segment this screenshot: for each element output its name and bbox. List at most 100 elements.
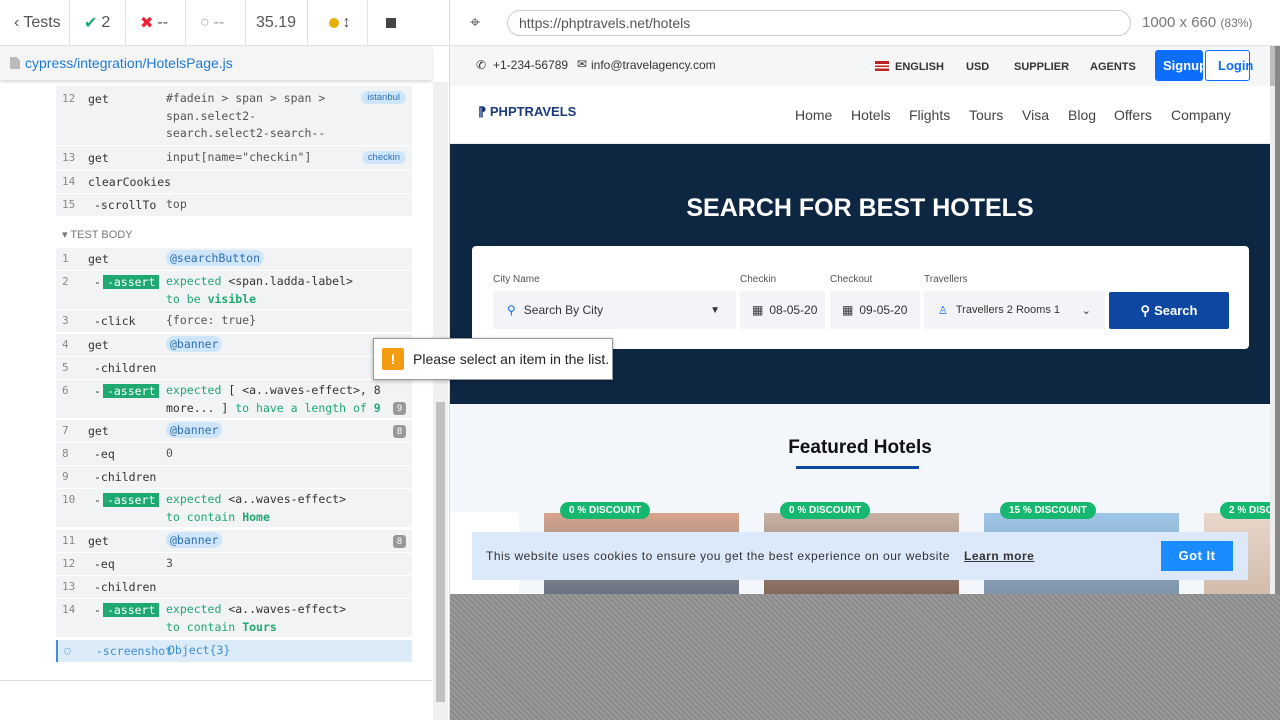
discount-badge: 0 % DISCOUNT xyxy=(560,502,651,519)
command-row[interactable]: 6- -assert expected [ <a..waves-effect>, 8… xyxy=(56,380,412,418)
command-row[interactable]: 12 -eq 3 xyxy=(56,553,412,575)
test-body-header[interactable]: ▾ TEST BODY xyxy=(62,228,133,241)
spec-file-bar[interactable]: cypress/integration/HotelsPage.js xyxy=(0,46,432,80)
discount-badge: 2 % DISCOUNT xyxy=(1220,502,1275,519)
command-row[interactable]: 9 -children xyxy=(56,466,412,488)
calendar-icon: ▦ xyxy=(752,303,764,317)
featured-underline xyxy=(796,466,919,469)
validation-tooltip: ! Please select an item in the list. xyxy=(373,338,613,380)
command-row[interactable]: 14- -assert expected <a..waves-effect> to … xyxy=(56,599,412,637)
agents-dropdown[interactable]: AGENTS xyxy=(1090,61,1136,73)
checkin-input[interactable]: ▦ 08-05-20 xyxy=(740,291,825,329)
discount-badge: 0 % DISCOUNT xyxy=(780,502,871,519)
command-row[interactable]: 2- -assert expected <span.ladda-label> to … xyxy=(56,271,412,309)
frame-scrollbar[interactable] xyxy=(1270,46,1275,594)
command-row[interactable]: 5 -children xyxy=(56,357,412,379)
city-select[interactable]: ⚲ Search By City ▼ xyxy=(493,291,736,329)
command-row[interactable]: 7 get @banner 8 xyxy=(56,420,412,442)
command-row[interactable]: 4 get @banner xyxy=(56,334,412,356)
cookie-learn-more-link[interactable]: Learn more xyxy=(964,549,1034,563)
count-badge: 8 xyxy=(393,425,406,438)
scrollbar-thumb[interactable] xyxy=(436,402,445,702)
site-topbar: ✆ +1-234-56789 ✉ info@travelagency.com E… xyxy=(450,46,1275,86)
flag-icon xyxy=(875,61,889,71)
checkout-input[interactable]: ▦ 09-05-20 xyxy=(830,291,920,329)
tests-button[interactable]: ‹ Tests xyxy=(0,0,70,46)
signup-button[interactable]: Signup xyxy=(1155,50,1203,81)
nav-tours[interactable]: Tours xyxy=(969,107,1003,123)
failed-count: ✖ -- xyxy=(126,0,186,46)
nav-offers[interactable]: Offers xyxy=(1114,107,1152,123)
nav-flights[interactable]: Flights xyxy=(909,107,950,123)
nav-blog[interactable]: Blog xyxy=(1068,107,1096,123)
command-row-active[interactable]: ◌ -screenshot Object{3} xyxy=(56,640,412,662)
stop-button[interactable] xyxy=(368,0,410,46)
x-icon: ✖ xyxy=(140,14,154,32)
hero-title: SEARCH FOR BEST HOTELS xyxy=(686,194,1034,222)
warning-icon: ! xyxy=(382,348,404,370)
search-icon: ⚲ xyxy=(1140,302,1151,318)
nav-visa[interactable]: Visa xyxy=(1022,107,1049,123)
spec-file-link[interactable]: cypress/integration/HotelsPage.js xyxy=(25,55,233,71)
check-icon: ✔ xyxy=(84,14,98,32)
command-log-scrollbar[interactable] xyxy=(433,82,448,720)
nav-home[interactable]: Home xyxy=(795,107,832,123)
dropdown-arrow-icon: ▼ xyxy=(710,304,720,316)
divider xyxy=(0,680,432,681)
language-dropdown[interactable]: ENGLISH xyxy=(895,61,944,73)
status-dot-icon xyxy=(328,17,339,28)
currency-dropdown[interactable]: USD xyxy=(966,61,989,73)
arrows-vertical-icon: ↕ xyxy=(342,13,351,31)
chevron-left-icon: ‹ xyxy=(14,13,20,31)
phone-icon: ✆ xyxy=(476,58,487,72)
pending-count: ○ -- xyxy=(186,0,246,46)
duration: 35.19 xyxy=(246,0,308,46)
nav-hotels[interactable]: Hotels xyxy=(851,107,891,123)
command-row[interactable]: 12 get #fadein > span > span > span.select… xyxy=(56,86,412,158)
cookie-accept-button[interactable]: Got It xyxy=(1161,541,1233,571)
nav-company[interactable]: Company xyxy=(1171,107,1231,123)
cookie-text: This website uses cookies to ensure you … xyxy=(486,549,950,563)
caret-down-icon: ▾ xyxy=(62,229,68,241)
command-row[interactable]: 10- -assert expected <a..waves-effect> to … xyxy=(56,489,412,527)
command-row[interactable]: 11 get @banner 8 xyxy=(56,530,412,552)
discount-badge: 15 % DISCOUNT xyxy=(1000,502,1096,519)
travellers-dropdown[interactable]: ♙ Travellers 2 Rooms 1 ⌄ xyxy=(924,291,1105,329)
phone-number: +1-234-56789 xyxy=(493,58,569,72)
command-row[interactable]: 14 clearCookies xyxy=(56,171,412,193)
location-pin-icon: ⚲ xyxy=(507,303,516,317)
auto-scroll-toggle[interactable]: ↕ xyxy=(308,0,368,46)
runner-header: ‹ Tests ✔ 2 ✖ -- ○ -- 35.19 ↕ xyxy=(0,0,450,46)
logo[interactable]: ⁋ PHPTRAVELS xyxy=(478,104,576,120)
url-input[interactable]: https://phptravels.net/hotels xyxy=(507,10,1131,36)
login-button[interactable]: Login xyxy=(1205,50,1253,81)
scrollbar-thumb[interactable] xyxy=(1270,46,1275,86)
frame-background xyxy=(450,594,1280,720)
supplier-dropdown[interactable]: SUPPLIER xyxy=(1014,61,1069,73)
url-bar: ⌖ https://phptravels.net/hotels 1000 x 6… xyxy=(450,0,1280,46)
chevron-down-icon: ⌄ xyxy=(1081,304,1091,317)
passed-count: ✔ 2 xyxy=(70,0,126,46)
circle-icon: ○ xyxy=(200,13,210,31)
application-frame: ✆ +1-234-56789 ✉ info@travelagency.com E… xyxy=(450,46,1275,594)
featured-title: Featured Hotels xyxy=(788,437,932,458)
mail-icon: ✉ xyxy=(577,57,588,71)
command-row[interactable]: 1 get @searchButton xyxy=(56,248,412,270)
email-link[interactable]: info@travelagency.com xyxy=(591,58,716,72)
count-badge: 9 xyxy=(393,402,406,415)
main-navigation: ⁋ PHPTRAVELS Home Hotels Flights Tours V… xyxy=(450,86,1275,144)
viewport-size: 1000 x 660 (83%) xyxy=(1142,14,1253,31)
search-button[interactable]: ⚲ Search xyxy=(1109,292,1229,329)
command-row[interactable]: 3 -click {force: true} xyxy=(56,310,412,332)
spinner-icon: ◌ xyxy=(64,644,71,657)
command-row[interactable]: 15 -scrollTo top xyxy=(56,194,412,216)
crosshair-icon[interactable]: ⌖ xyxy=(470,12,480,33)
person-icon: ♙ xyxy=(938,304,948,317)
command-row[interactable]: 13 -children xyxy=(56,576,412,598)
calendar-icon: ▦ xyxy=(842,303,854,317)
file-icon xyxy=(10,57,20,69)
command-row[interactable]: 13 get input[name="checkin"] checkin xyxy=(56,146,412,170)
stop-icon xyxy=(386,17,396,28)
command-row[interactable]: 8 -eq 0 xyxy=(56,443,412,465)
cookie-banner: This website uses cookies to ensure you … xyxy=(472,532,1248,580)
